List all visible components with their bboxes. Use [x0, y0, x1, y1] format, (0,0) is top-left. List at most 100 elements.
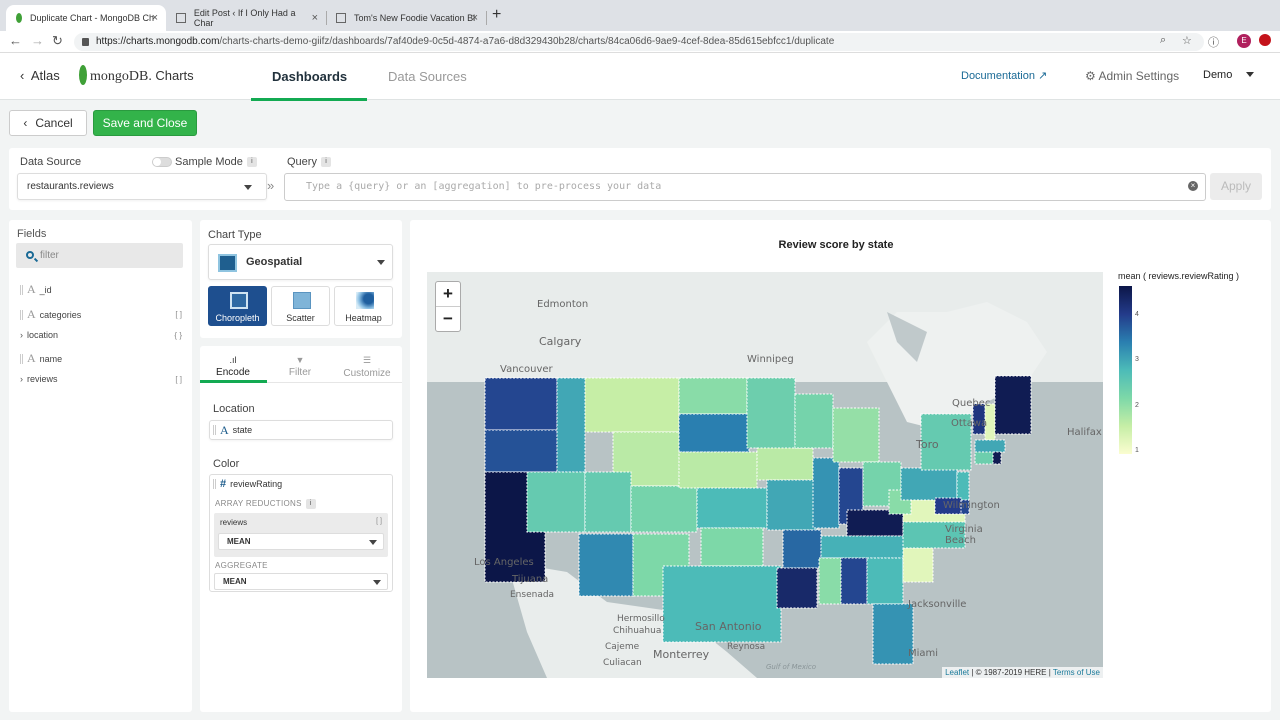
location-field-chip[interactable]: A state — [209, 420, 393, 440]
state-region-or[interactable] — [484, 429, 558, 473]
url-field[interactable]: https://charts.mongodb.com/charts-charts… — [74, 33, 1204, 51]
close-tab-icon[interactable]: × — [152, 12, 158, 24]
state-region-sd[interactable] — [678, 413, 750, 453]
back-to-atlas-link[interactable]: ‹ Atlas — [20, 68, 60, 83]
reduction-select[interactable]: MEAN — [218, 533, 384, 550]
state-region-ct[interactable] — [974, 451, 994, 465]
state-region-mn[interactable] — [746, 377, 796, 449]
heatmap-button[interactable]: Heatmap — [334, 286, 393, 326]
state-region-wi[interactable] — [794, 393, 834, 449]
chevron-right-icon[interactable]: › — [20, 330, 23, 340]
field-item[interactable]: A name — [20, 351, 62, 366]
browser-tab-active[interactable]: Duplicate Chart - MongoDB Ch × — [6, 5, 166, 31]
info-icon[interactable]: i — [246, 157, 257, 168]
zoom-icon[interactable]: ⌕ — [1160, 34, 1166, 47]
cancel-button[interactable]: ‹ Cancel — [9, 110, 87, 136]
save-and-close-button[interactable]: Save and Close — [93, 110, 197, 136]
map-canvas[interactable] — [427, 272, 1103, 678]
drag-handle-icon[interactable] — [20, 284, 23, 295]
state-region-nd[interactable] — [678, 377, 748, 415]
extension-icon[interactable]: ⓘ — [1208, 34, 1219, 50]
state-region-co[interactable] — [630, 485, 698, 533]
scatter-button[interactable]: Scatter — [271, 286, 330, 326]
drag-handle-icon[interactable] — [20, 309, 23, 320]
nav-tab-data-sources[interactable]: Data Sources — [388, 69, 467, 84]
apply-button[interactable]: Apply — [1210, 173, 1262, 200]
forward-icon[interactable]: → — [31, 33, 44, 48]
clear-query-icon[interactable]: × — [1188, 181, 1198, 191]
bookmark-star-icon[interactable]: ☆ — [1182, 34, 1192, 47]
zoom-in-button[interactable]: + — [436, 282, 460, 307]
info-icon[interactable]: i — [320, 157, 331, 168]
state-region-ma[interactable] — [974, 439, 1006, 453]
nav-tab-dashboards[interactable]: Dashboards — [272, 69, 347, 84]
aggregate-select[interactable]: MEAN — [214, 573, 388, 590]
zoom-out-button[interactable]: − — [436, 307, 460, 332]
state-region-wa[interactable] — [484, 377, 558, 431]
legend-tick: 2 — [1135, 402, 1139, 409]
info-icon[interactable]: i — [305, 499, 316, 509]
profile-avatar[interactable]: E — [1237, 34, 1251, 48]
field-item[interactable]: › reviews [ ] — [20, 374, 182, 384]
chevron-right-icon[interactable]: › — [20, 374, 23, 384]
state-region-ga[interactable] — [866, 557, 904, 605]
query-input[interactable]: Type a {query} or an [aggregation] to pr… — [284, 173, 1206, 201]
state-region-ri[interactable] — [992, 451, 1002, 465]
close-tab-icon[interactable]: × — [312, 12, 318, 24]
choropleth-button[interactable]: Choropleth — [208, 286, 267, 326]
browser-tab[interactable]: Edit Post ‹ If I Only Had a Char × — [166, 5, 327, 31]
state-region-me[interactable] — [994, 375, 1032, 435]
drag-handle-icon[interactable] — [213, 479, 216, 489]
close-tab-icon[interactable]: × — [472, 12, 478, 24]
state-region-ms[interactable] — [818, 557, 842, 605]
choropleth-map[interactable]: Edmonton Calgary Vancouver Winnipeg Queb… — [427, 272, 1103, 678]
leaflet-link[interactable]: Leaflet — [945, 668, 969, 677]
state-region-sc[interactable] — [902, 547, 934, 583]
array-badge-icon: [ ] — [376, 518, 382, 525]
state-region-al[interactable] — [840, 557, 868, 605]
tab-customize[interactable]: ☰ Customize — [334, 355, 400, 379]
drag-handle-icon[interactable] — [20, 353, 23, 364]
chevron-down-icon — [373, 580, 381, 585]
documentation-link[interactable]: Documentation ↗ — [961, 69, 1047, 82]
state-region-mt[interactable] — [584, 377, 680, 433]
tab-filter[interactable]: ▼ Filter — [267, 355, 333, 378]
state-region-ne[interactable] — [678, 451, 758, 489]
state-region-mi[interactable] — [832, 407, 880, 463]
chevron-down-icon[interactable] — [1246, 72, 1254, 77]
state-region-ar[interactable] — [782, 529, 822, 569]
state-region-la[interactable] — [776, 567, 818, 609]
extension-red-icon[interactable] — [1259, 34, 1271, 46]
user-menu[interactable]: Demo — [1203, 69, 1232, 81]
browser-tab[interactable]: Tom's New Foodie Vacation Bl × — [326, 5, 487, 31]
state-region-az[interactable] — [578, 533, 634, 597]
color-field-chip[interactable]: # reviewRating — [213, 478, 282, 490]
state-region-il[interactable] — [812, 457, 840, 529]
chart-type-select[interactable]: Geospatial — [208, 244, 393, 280]
back-icon[interactable]: ← — [9, 33, 22, 48]
state-region-nv[interactable] — [526, 471, 586, 533]
state-region-ia[interactable] — [756, 447, 814, 481]
new-tab-icon[interactable]: + — [492, 6, 501, 24]
field-item[interactable]: A _id — [20, 282, 52, 297]
state-region-tn[interactable] — [820, 535, 910, 559]
state-region-pa[interactable] — [900, 467, 958, 501]
terms-of-use-link[interactable]: Terms of Use — [1053, 668, 1100, 677]
state-region-ok[interactable] — [700, 527, 764, 567]
state-region-ut[interactable] — [584, 471, 632, 533]
admin-settings-link[interactable]: ⚙ Admin Settings — [1085, 69, 1179, 83]
fields-filter-input[interactable]: filter — [16, 243, 183, 268]
field-item[interactable]: A categories [ ] — [20, 307, 182, 322]
sample-mode-toggle[interactable] — [152, 157, 172, 167]
drag-handle-icon[interactable] — [213, 425, 216, 435]
state-region-ks[interactable] — [696, 487, 768, 529]
state-region-fl[interactable] — [872, 603, 914, 665]
mongodb-charts-logo[interactable]: mongoDB. Charts — [90, 68, 194, 85]
state-region-id[interactable] — [556, 377, 586, 473]
tab-encode[interactable]: .ıl Encode — [200, 355, 266, 378]
reload-icon[interactable]: ↻ — [52, 33, 63, 49]
data-source-select[interactable]: restaurants.reviews — [17, 173, 267, 200]
state-region-nj[interactable] — [956, 471, 970, 501]
state-region-mo[interactable] — [766, 479, 818, 531]
field-item[interactable]: › location { } — [20, 330, 182, 340]
